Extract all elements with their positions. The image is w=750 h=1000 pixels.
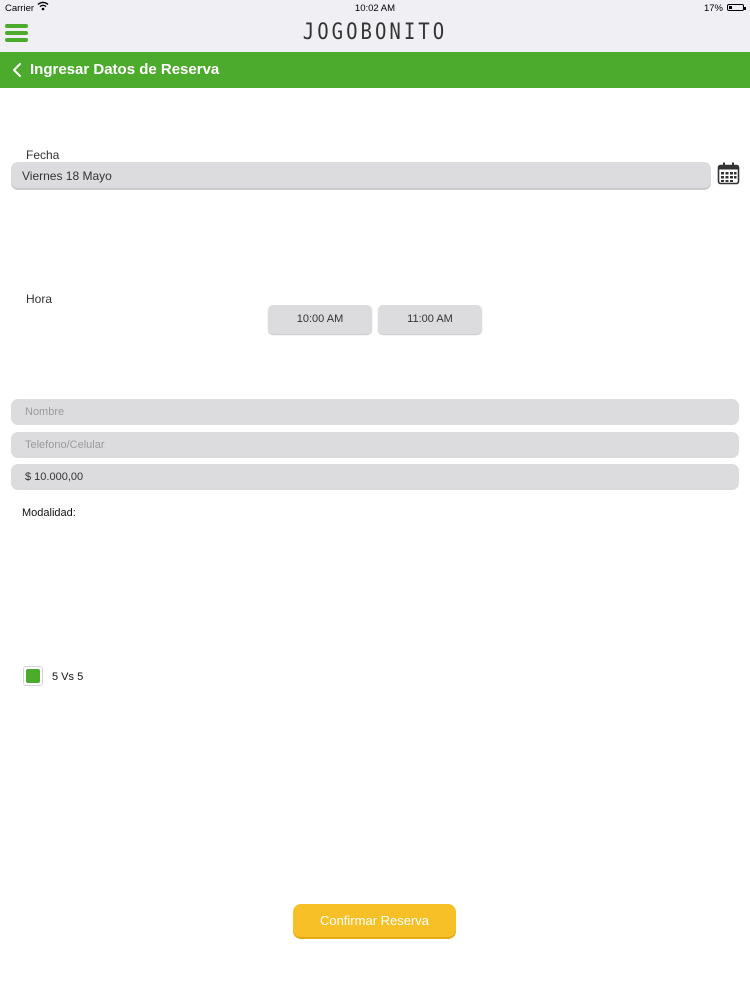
page-title: Ingresar Datos de Reserva — [30, 61, 220, 78]
time-slot-button[interactable]: 11:00 AM — [378, 305, 482, 334]
nombre-input[interactable] — [11, 399, 739, 425]
clock: 10:02 AM — [354, 3, 396, 14]
app-logo: JOGOBONITO — [302, 19, 448, 45]
telefono-input[interactable] — [11, 432, 739, 458]
fecha-label: Fecha — [26, 148, 60, 162]
fecha-field[interactable]: Viernes 18 Mayo — [11, 162, 711, 188]
battery-icon — [727, 4, 746, 11]
modalidad-checkbox[interactable] — [23, 666, 43, 686]
status-bar: Carrier 10:02 AM 17% — [0, 0, 750, 16]
nav-bar: Ingresar Datos de Reserva — [0, 52, 750, 88]
hora-label: Hora — [26, 292, 53, 306]
confirm-reservation-button[interactable]: Confirmar Reserva — [293, 904, 456, 937]
app-header: JOGOBONITO — [0, 16, 750, 52]
battery-percentage: 17% — [703, 3, 723, 14]
back-chevron-icon[interactable] — [11, 61, 25, 79]
modalidad-label: Modalidad: — [22, 507, 76, 519]
calendar-icon[interactable] — [717, 162, 740, 185]
price-field: $ 10.000,00 — [11, 464, 739, 490]
modalidad-option-label: 5 Vs 5 — [52, 671, 84, 683]
time-slot-button[interactable]: 10:00 AM — [268, 305, 372, 334]
